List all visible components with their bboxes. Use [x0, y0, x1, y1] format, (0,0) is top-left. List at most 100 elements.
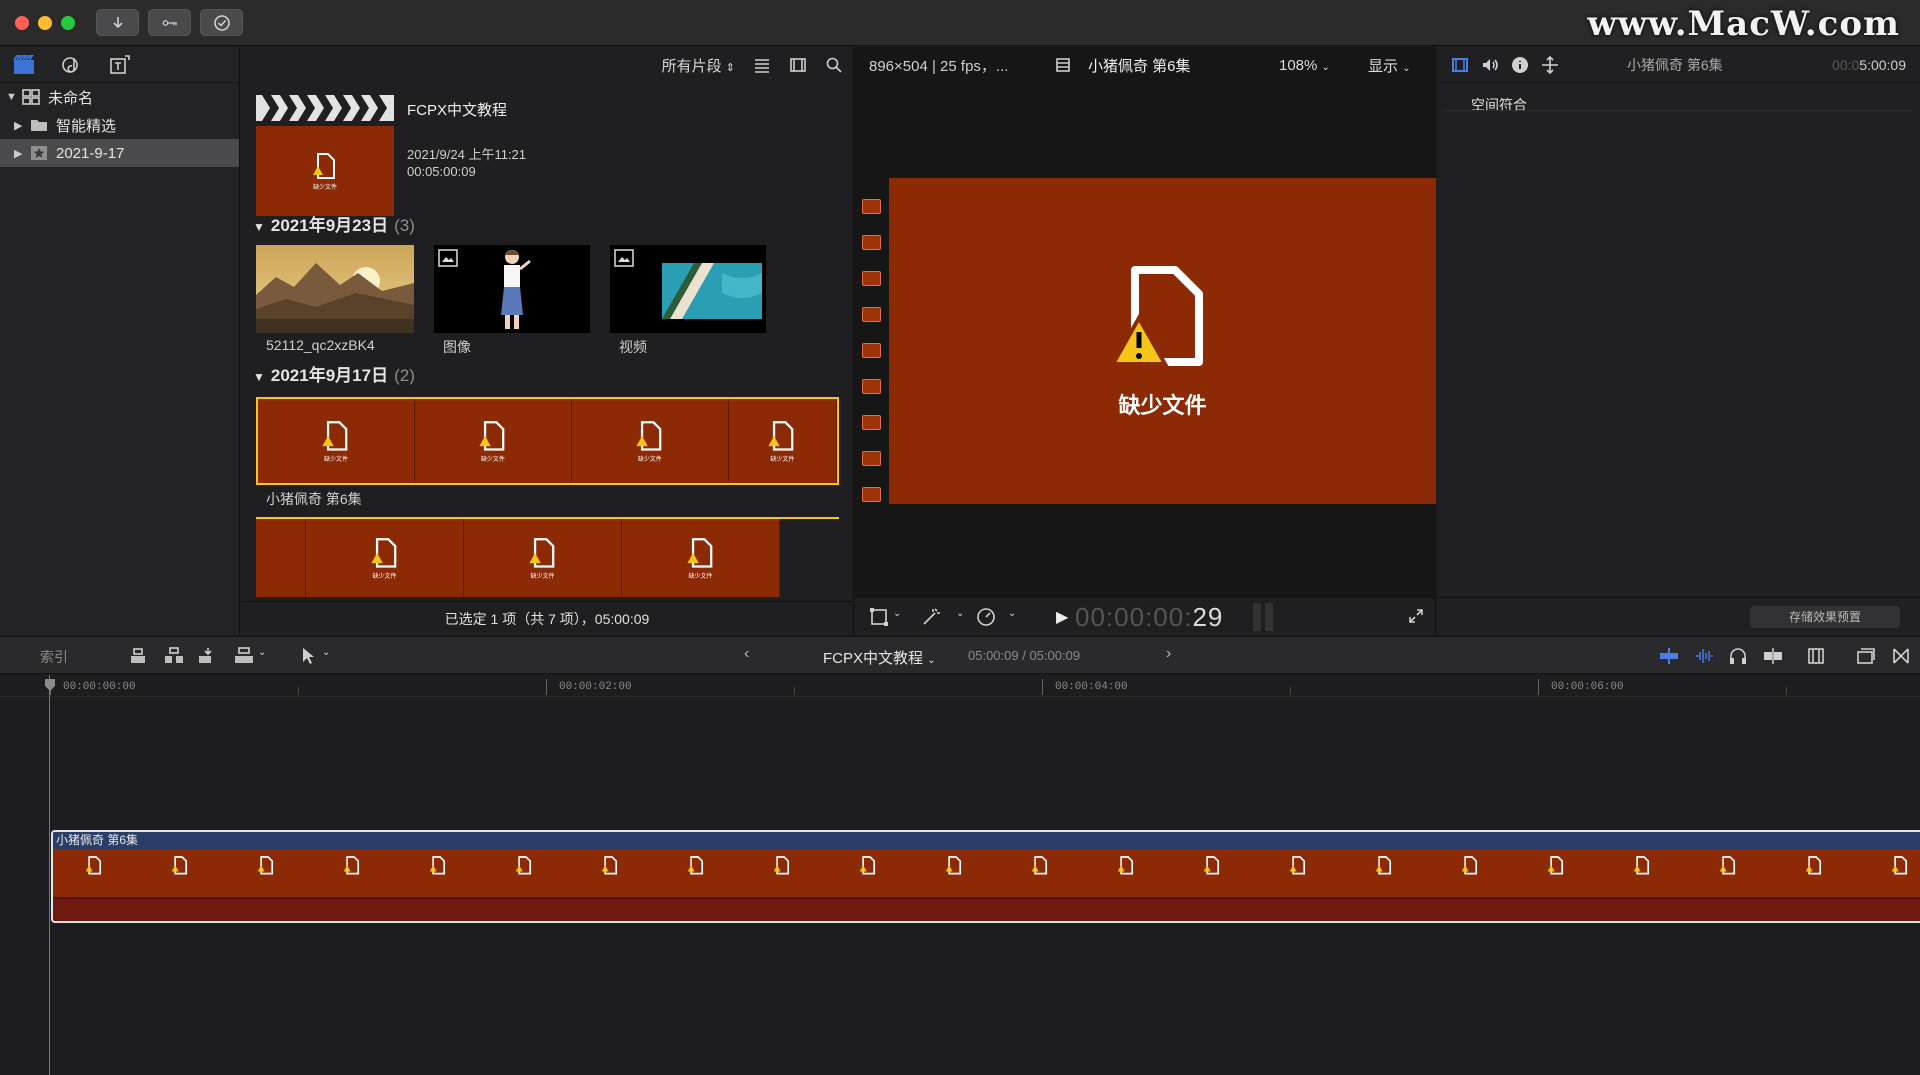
chevron-down-icon[interactable]: ⌄: [956, 608, 964, 619]
display-popup[interactable]: 显示 ⌄: [1368, 55, 1411, 76]
clip-thumbnail[interactable]: [256, 245, 414, 333]
viewer-controls: ⌄ ⌄ ⌄ ▶ 00:00:00:29: [855, 597, 1435, 635]
clip-frame: [685, 855, 707, 889]
timeline-toolbar: 索引 ⌄ ⌄ ‹ FCPX中文教程 ⌄ 05:00:09 / 05:00:09 …: [0, 636, 1920, 674]
clip-appearance-icon[interactable]: [789, 56, 807, 74]
ruler-label: 00:00:06:00: [1551, 681, 1624, 693]
disclosure-triangle-icon[interactable]: ▼: [253, 220, 265, 234]
missing-file-icon: [528, 537, 554, 568]
titles-generators-icon[interactable]: [108, 54, 132, 76]
clapperboard-icon: [256, 95, 394, 121]
keywords-button[interactable]: [148, 9, 191, 36]
filmstrip-frame: 缺少文件: [258, 399, 415, 483]
chevron-down-icon[interactable]: ⌄: [893, 608, 901, 619]
ruler-tick: [298, 687, 299, 695]
search-icon[interactable]: [825, 56, 843, 74]
fullscreen-icon[interactable]: [1407, 607, 1425, 625]
audio-inspector-icon[interactable]: [1481, 56, 1499, 74]
library-item-smart-collections[interactable]: ▶ 智能精选: [0, 111, 239, 139]
cartoon-girl-image: [501, 250, 531, 329]
append-clip-icon[interactable]: [198, 646, 218, 666]
clip-frame: [857, 855, 879, 889]
photos-audio-icon[interactable]: [60, 54, 84, 76]
transitions-browser-icon[interactable]: [1892, 646, 1910, 666]
transition-inspector-icon[interactable]: [1541, 55, 1559, 74]
timeline-ruler[interactable]: 00:00:00:00 00:00:02:00 00:00:04:00 00:0…: [0, 675, 1920, 697]
browser-status-bar: 已选定 1 项（共 7 项），05:00:09: [241, 601, 853, 635]
ruler-label: 00:00:02:00: [559, 681, 632, 693]
connect-clip-icon[interactable]: [128, 646, 148, 666]
headphones-solo-icon[interactable]: [1728, 646, 1748, 666]
next-project-icon[interactable]: ›: [1166, 645, 1171, 663]
transform-icon[interactable]: [869, 607, 889, 627]
disclosure-triangle-icon[interactable]: ▶: [14, 119, 26, 132]
close-window-button[interactable]: [15, 16, 29, 30]
library-item-event[interactable]: ▶ 2021-9-17: [0, 139, 239, 167]
timeline-index-button[interactable]: 索引: [40, 647, 68, 667]
libraries-sidebar: ▼ 未命名 ▶ 智能精选 ▶ 2021-9-17: [0, 47, 240, 635]
date-group-header[interactable]: ▼ 2021年9月17日 (2): [253, 361, 415, 386]
inspector-row-spatial-conform[interactable]: 空间符合: [1471, 95, 1527, 115]
chevron-down-icon[interactable]: ⌄: [258, 647, 266, 658]
timeline-clip-filmstrip: [53, 849, 1920, 897]
missing-file-icon: [171, 856, 188, 875]
playhead-handle-icon[interactable]: [43, 678, 57, 692]
magic-wand-icon[interactable]: [921, 607, 941, 627]
play-button[interactable]: ▶: [1056, 607, 1068, 627]
previous-project-icon[interactable]: ‹: [744, 645, 749, 663]
missing-file-icon: [1375, 856, 1392, 875]
selected-clip-filmstrip[interactable]: 缺少文件 缺少文件 缺少文件 缺少文件: [256, 397, 839, 485]
key-icon: [162, 19, 177, 26]
library-item-unnamed[interactable]: ▼ 未命名: [0, 83, 239, 111]
project-name-popup[interactable]: FCPX中文教程 ⌄: [823, 647, 936, 668]
overwrite-clip-icon[interactable]: [234, 646, 254, 666]
info-inspector-icon[interactable]: [1511, 56, 1529, 74]
library-label: 智能精选: [56, 117, 117, 135]
missing-file-label: 缺少文件: [1118, 393, 1207, 418]
clip-frame: [341, 855, 363, 889]
clip-thumbnail[interactable]: [610, 245, 766, 333]
disclosure-triangle-icon[interactable]: ▼: [253, 370, 265, 384]
video-inspector-icon[interactable]: [1451, 56, 1469, 74]
audio-skimming-icon[interactable]: [1694, 646, 1716, 666]
clip-frame: [1545, 855, 1567, 889]
background-tasks-button[interactable]: [200, 9, 243, 36]
library-grid-icon: [22, 89, 40, 105]
zoom-popup[interactable]: 108% ⌄: [1279, 57, 1330, 74]
ruler-tick: [1290, 687, 1291, 695]
clip-filter-popup[interactable]: 所有片段 ⇕: [662, 55, 735, 76]
timeline-clip[interactable]: 小猪佩奇 第6集: [51, 830, 1920, 923]
sprocket-hole: [862, 343, 881, 358]
viewer-frame[interactable]: 缺少文件: [889, 178, 1436, 504]
zoom-window-button[interactable]: [61, 16, 75, 30]
effects-browser-icon[interactable]: [1856, 646, 1876, 666]
filmstrip-frame: 缺少文件: [571, 399, 729, 483]
libraries-icon[interactable]: [12, 54, 36, 76]
disclosure-triangle-icon[interactable]: ▼: [6, 91, 18, 103]
date-group-header[interactable]: ▼ 2021年9月23日 (3): [253, 211, 415, 236]
snapping-icon[interactable]: [1762, 646, 1784, 666]
select-tool-icon[interactable]: [300, 646, 316, 666]
chevron-down-icon[interactable]: ⌄: [322, 647, 330, 658]
clip-filmstrip-continued[interactable]: 缺少文件 缺少文件 缺少文件: [256, 517, 839, 597]
event-duration: 00:05:00:09: [407, 164, 476, 179]
skimming-icon[interactable]: [1658, 646, 1680, 666]
save-effects-preset-button[interactable]: 存储效果预置: [1750, 606, 1900, 628]
disclosure-triangle-icon[interactable]: ▶: [14, 147, 26, 160]
insert-clip-icon[interactable]: [164, 646, 184, 666]
missing-file-icon: [768, 420, 794, 451]
event-thumbnail[interactable]: 缺少文件: [256, 95, 394, 216]
speedometer-icon[interactable]: [976, 607, 996, 627]
libraries-toolbar: [0, 47, 239, 83]
missing-file-label: 缺少文件: [312, 184, 337, 191]
list-view-icon[interactable]: [753, 56, 771, 74]
clip-appearance-timeline-icon[interactable]: [1806, 646, 1826, 666]
missing-file-icon: [322, 420, 348, 451]
import-button[interactable]: [96, 9, 139, 36]
chevron-down-icon[interactable]: ⌄: [1008, 608, 1016, 619]
project-position: 05:00:09 / 05:00:09: [968, 648, 1081, 663]
minimize-window-button[interactable]: [38, 16, 52, 30]
timeline-area[interactable]: 00:00:00:00 00:00:02:00 00:00:04:00 00:0…: [0, 675, 1920, 1075]
clip-thumbnail[interactable]: [434, 245, 590, 333]
playhead[interactable]: [49, 675, 50, 1075]
